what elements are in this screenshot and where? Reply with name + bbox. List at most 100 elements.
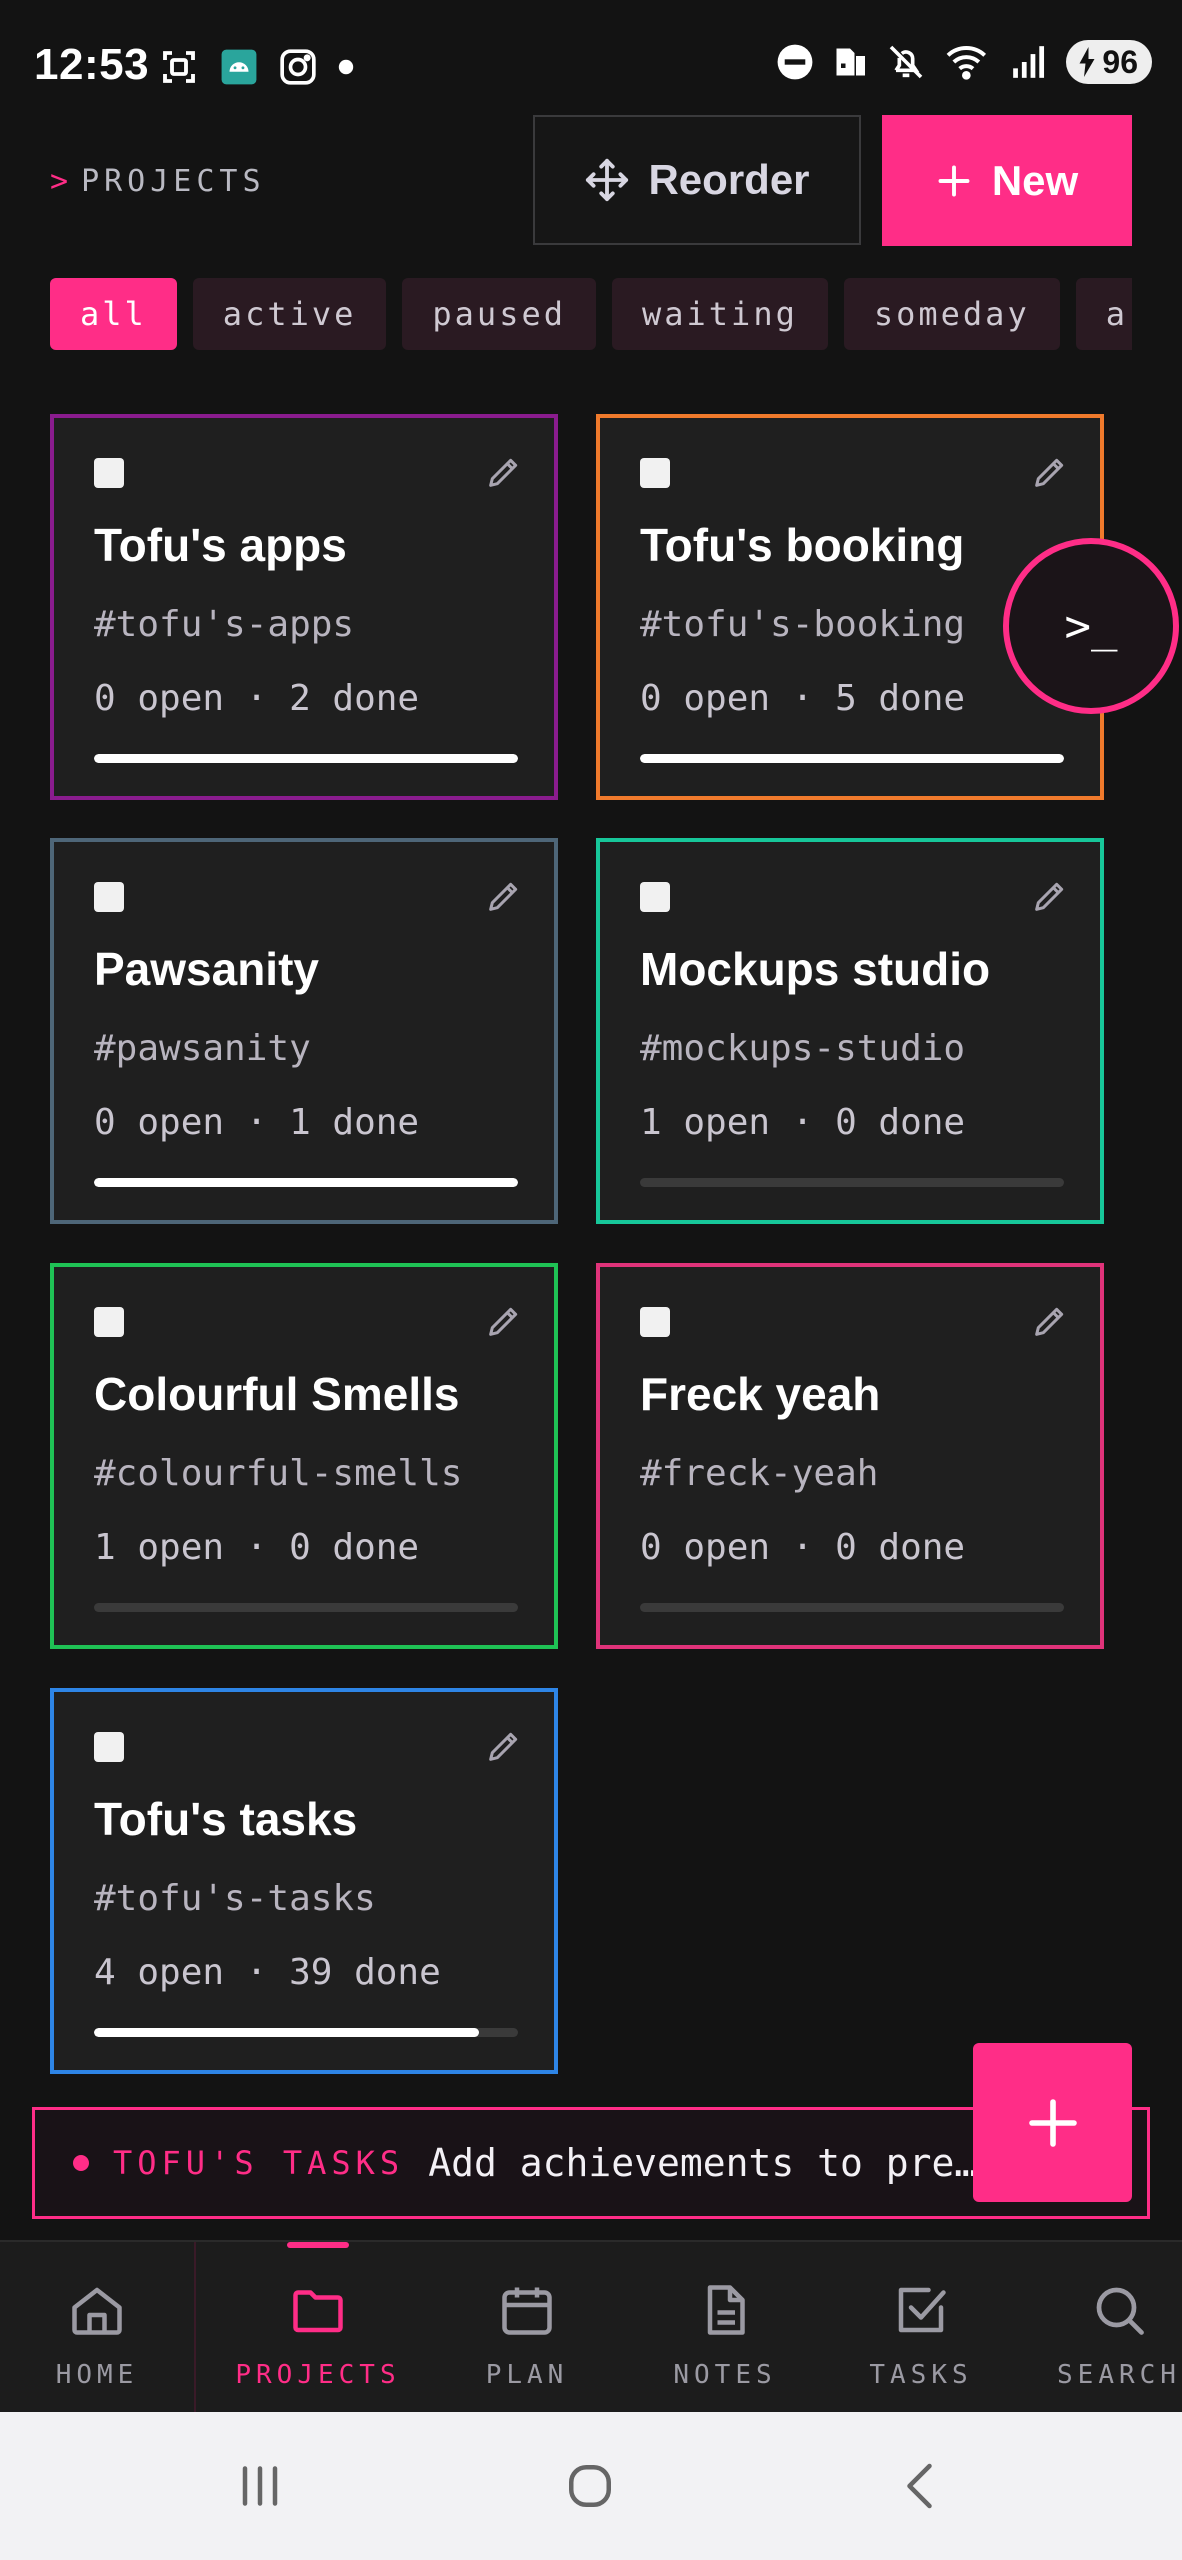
nav-item-plan[interactable]: PLAN xyxy=(470,2242,584,2414)
progress-bar xyxy=(640,1178,1064,1187)
reorder-button[interactable]: Reorder xyxy=(533,115,861,245)
add-task-button[interactable] xyxy=(973,2043,1132,2202)
terminal-button[interactable]: >_ xyxy=(1003,538,1179,714)
folder-icon xyxy=(293,2290,343,2333)
status-bar: 12:53 96 xyxy=(0,0,1182,120)
project-checkbox[interactable] xyxy=(94,1307,124,1337)
project-stats: 0 open · 5 done xyxy=(640,678,966,719)
progress-bar xyxy=(94,2028,518,2037)
nav-separator xyxy=(194,2242,196,2414)
screenshot-icon xyxy=(163,51,195,83)
edit-icon[interactable] xyxy=(484,876,524,916)
dnd-icon xyxy=(777,44,813,80)
project-stats: 0 open · 2 done xyxy=(94,678,420,719)
bottom-nav: HOME PROJECTS PLAN NOTES TASKS SEARCH xyxy=(0,2240,1182,2414)
project-tag: #tofu's-booking xyxy=(640,604,966,645)
filter-chip-paused[interactable]: paused xyxy=(402,278,596,350)
project-title: Pawsanity xyxy=(94,943,319,995)
reorder-label: Reorder xyxy=(648,156,810,203)
home-button[interactable] xyxy=(560,2456,620,2516)
project-stats: 0 open · 0 done xyxy=(640,1527,966,1568)
nav-label: PLAN xyxy=(485,2360,569,2390)
active-task-text: Add achievements to pre… xyxy=(428,2141,978,2185)
progress-fill xyxy=(94,1178,518,1187)
new-project-button[interactable]: New xyxy=(882,115,1132,246)
edit-icon[interactable] xyxy=(484,1726,524,1766)
search-icon xyxy=(1096,2287,1144,2335)
nav-item-projects[interactable]: PROJECTS xyxy=(225,2242,411,2414)
project-title: Colourful Smells xyxy=(94,1368,460,1420)
project-tag: #colourful-smells xyxy=(94,1453,463,1494)
project-stats: 4 open · 39 done xyxy=(94,1952,441,1993)
breadcrumb-caret: > xyxy=(50,164,74,199)
status-left-icons xyxy=(158,46,354,88)
filter-chip-archived[interactable]: a xyxy=(1075,278,1132,350)
android-icon xyxy=(221,49,257,85)
status-right-icons: 96 xyxy=(776,40,1152,84)
nav-label: NOTES xyxy=(673,2360,777,2390)
project-card[interactable]: Pawsanity #pawsanity 0 open · 1 done xyxy=(50,838,558,1224)
edit-icon[interactable] xyxy=(484,452,524,492)
recents-button[interactable] xyxy=(230,2456,290,2516)
filter-chip-waiting[interactable]: waiting xyxy=(611,278,828,350)
nav-item-search[interactable]: SEARCH xyxy=(1056,2242,1182,2414)
nav-label: SEARCH xyxy=(1057,2360,1181,2390)
project-stats: 1 open · 0 done xyxy=(94,1527,420,1568)
project-stats: 0 open · 1 done xyxy=(94,1102,420,1143)
edit-icon[interactable] xyxy=(1030,452,1070,492)
edit-icon[interactable] xyxy=(1030,1301,1070,1341)
breadcrumb-label: PROJECTS xyxy=(81,164,266,199)
progress-bar xyxy=(94,1178,518,1187)
wifi-icon xyxy=(947,46,987,80)
move-icon xyxy=(586,158,629,202)
plus-icon xyxy=(938,165,970,196)
project-card[interactable]: Mockups studio #mockups-studio 1 open · … xyxy=(596,838,1104,1224)
plus-icon xyxy=(1028,2098,1077,2147)
back-button[interactable] xyxy=(892,2456,952,2516)
filter-chips: all active paused waiting someday a xyxy=(50,278,1132,350)
signal-icon xyxy=(1013,46,1045,78)
project-checkbox[interactable] xyxy=(640,458,670,488)
nav-label: PROJECTS xyxy=(235,2360,401,2390)
project-checkbox[interactable] xyxy=(94,882,124,912)
battery-level: 96 xyxy=(1102,43,1138,80)
terminal-icon: >_ xyxy=(1064,600,1118,652)
nav-item-home[interactable]: HOME xyxy=(40,2242,154,2414)
progress-bar xyxy=(640,1603,1064,1612)
project-tag: #freck-yeah xyxy=(640,1453,879,1494)
progress-fill xyxy=(94,2028,479,2037)
project-title: Tofu's apps xyxy=(94,519,347,571)
edit-icon[interactable] xyxy=(484,1301,524,1341)
filter-chip-active[interactable]: active xyxy=(192,278,387,350)
project-card[interactable]: Freck yeah #freck-yeah 0 open · 0 done xyxy=(596,1263,1104,1649)
active-task-project: TOFU'S TASKS xyxy=(113,2144,405,2182)
system-nav-bar xyxy=(0,2412,1182,2560)
calendar-icon xyxy=(502,2287,552,2335)
project-tag: #mockups-studio xyxy=(640,1028,966,1069)
edit-icon[interactable] xyxy=(1030,876,1070,916)
dot-icon xyxy=(338,59,354,75)
filter-chip-someday[interactable]: someday xyxy=(843,278,1060,350)
nav-label: TASKS xyxy=(869,2360,973,2390)
sim-icon xyxy=(836,48,866,76)
project-title: Mockups studio xyxy=(640,943,991,995)
nav-item-notes[interactable]: NOTES xyxy=(660,2242,790,2414)
filter-chip-all[interactable]: all xyxy=(50,278,177,350)
checkbox-icon xyxy=(898,2287,946,2333)
nav-item-tasks[interactable]: TASKS xyxy=(860,2242,982,2414)
project-tag: #tofu's-tasks xyxy=(94,1878,376,1919)
project-tag: #pawsanity xyxy=(94,1028,311,1069)
project-checkbox[interactable] xyxy=(94,458,124,488)
project-checkbox[interactable] xyxy=(640,1307,670,1337)
project-stats: 1 open · 0 done xyxy=(640,1102,966,1143)
project-card[interactable]: Tofu's tasks #tofu's-tasks 4 open · 39 d… xyxy=(50,1688,558,2074)
home-icon xyxy=(72,2287,122,2335)
new-label: New xyxy=(991,156,1079,204)
project-card[interactable]: Tofu's apps #tofu's-apps 0 open · 2 done xyxy=(50,414,558,800)
breadcrumb: > PROJECTS xyxy=(50,164,266,199)
progress-bar xyxy=(640,754,1064,763)
project-checkbox[interactable] xyxy=(94,1732,124,1762)
project-card[interactable]: Colourful Smells #colourful-smells 1 ope… xyxy=(50,1263,558,1649)
instagram-icon xyxy=(280,49,316,85)
project-checkbox[interactable] xyxy=(640,882,670,912)
